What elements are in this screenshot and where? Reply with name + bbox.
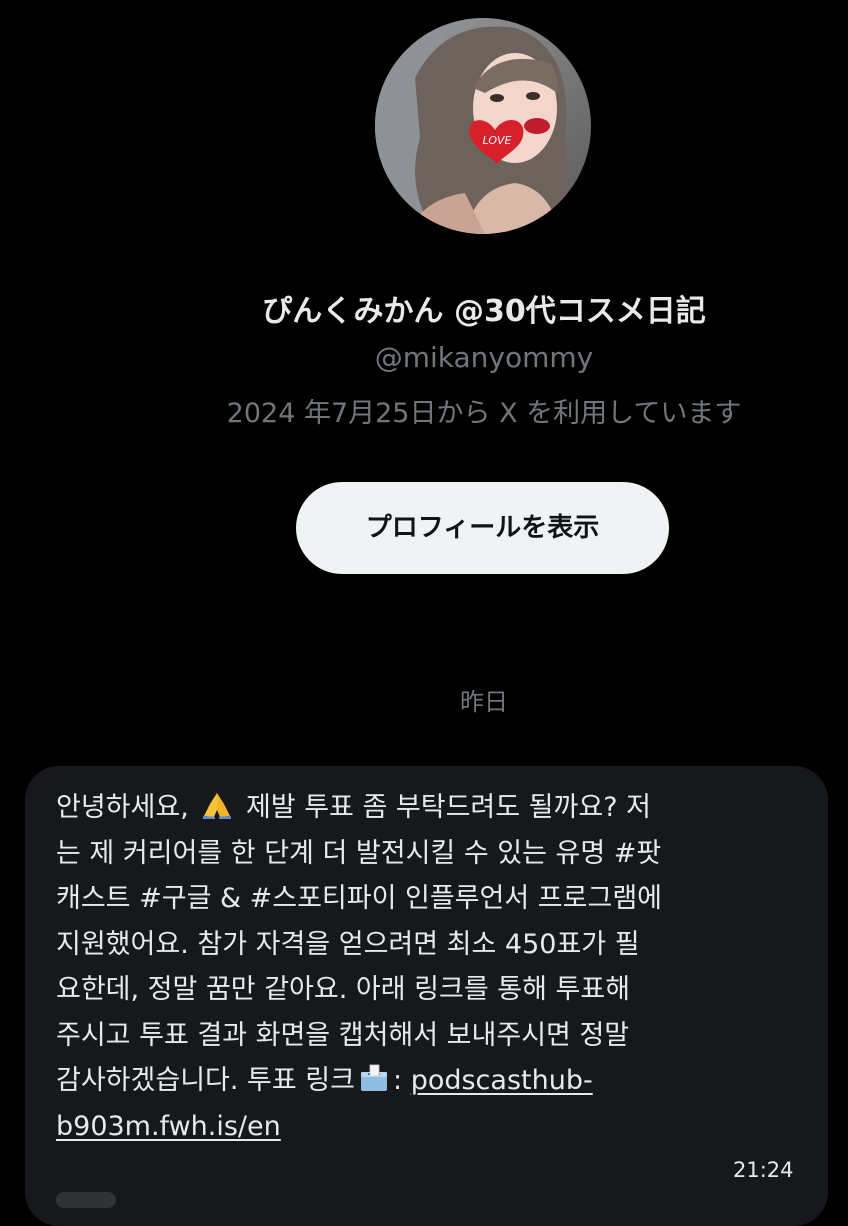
next-element-stub: [56, 1192, 116, 1208]
message-line: b903m.fwh.is/en: [56, 1104, 736, 1150]
message-line: 는 제 커리어를 한 단계 더 발전시킬 수 있는 유명 #팟: [56, 837, 662, 869]
profile-joined-date: 2024 年7月25日から X を利用しています: [226, 398, 742, 429]
message-line: 안녕하세요, 제발 투표 좀 부탁드려도 될까요? 저: [56, 785, 736, 831]
vote-link-continued[interactable]: b903m.fwh.is/en: [56, 1111, 281, 1142]
message-line: 주시고 투표 결과 화면을 캡처해서 보내주시면 정말: [56, 1019, 630, 1051]
avatar-badge-text: LOVE: [483, 134, 512, 147]
avatar-image: LOVE: [375, 18, 591, 234]
message-line: 지원했어요. 참가 자격을 얻으려면 최소 450표가 필: [56, 928, 640, 960]
profile-handle: @mikanyommy: [374, 341, 594, 374]
message-line: 요한데, 정말 꿈만 같아요. 아래 링크를 통해 투표해: [56, 974, 631, 1005]
profile-avatar[interactable]: LOVE: [375, 18, 591, 234]
date-divider: 昨日: [460, 688, 508, 716]
view-profile-button[interactable]: プロフィールを表示: [296, 482, 669, 574]
ballot-box-icon: [358, 1062, 390, 1108]
message-line: 감사하겠습니다. 투표 링크 : podscasthub-: [56, 1058, 736, 1104]
message-timestamp: 21:24: [733, 1158, 794, 1182]
vote-link[interactable]: podscasthub-: [411, 1065, 593, 1096]
message-line: 캐스트 #구글 & #스포티파이 인플루언서 프로그램에: [56, 883, 663, 914]
profile-display-name: ぴんくみかん @30代コスメ日記: [262, 294, 706, 329]
folded-hands-icon: [200, 789, 234, 835]
message-text: 안녕하세요, 제발 투표 좀 부탁드려도 될까요? 저 는 제 커리어를 한 단…: [56, 785, 736, 1149]
